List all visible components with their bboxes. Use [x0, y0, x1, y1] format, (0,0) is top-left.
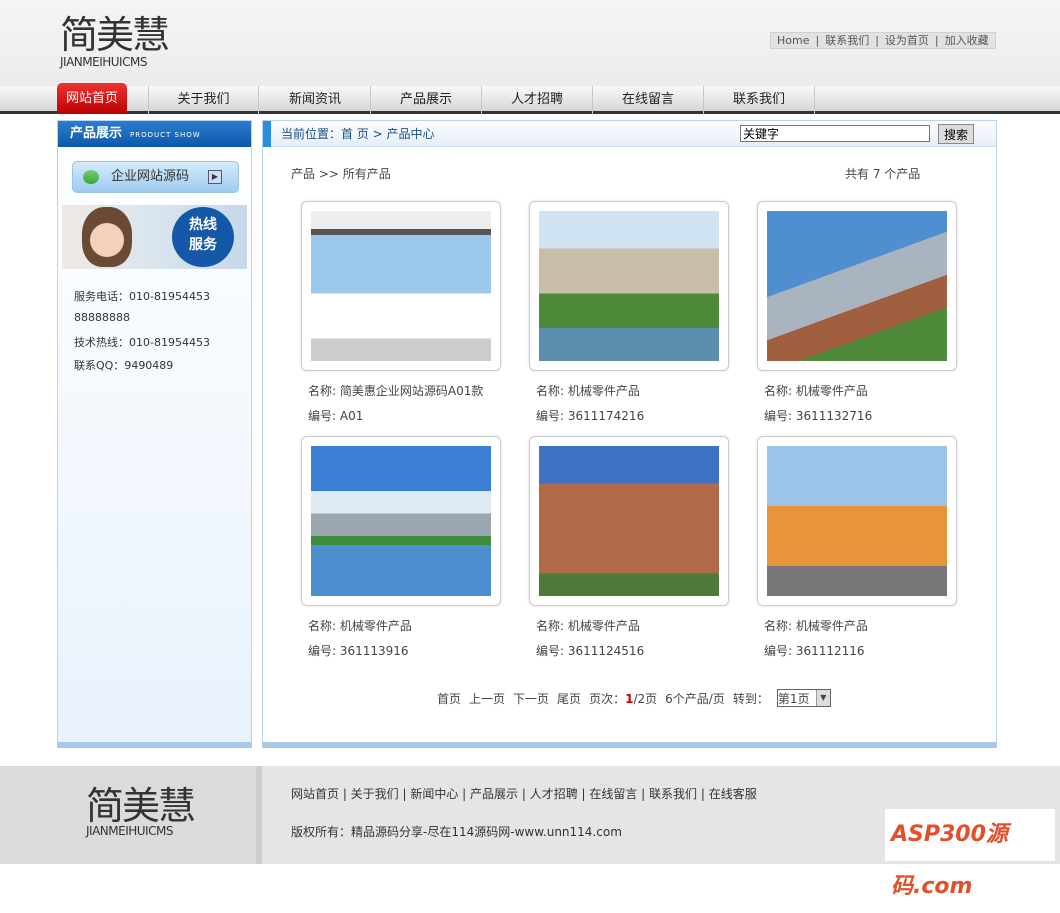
- breadcrumb-bar: 当前位置：首 页 > 产品中心 搜索: [263, 121, 996, 147]
- category-enterprise-source[interactable]: 企业网站源码 ▶: [72, 161, 239, 193]
- prev-page-link[interactable]: 上一页: [469, 690, 505, 707]
- product-image: [767, 446, 947, 596]
- nav-products[interactable]: 产品展示: [371, 86, 482, 114]
- product-name[interactable]: 名称: 机械零件产品: [764, 617, 868, 634]
- separator: |: [934, 34, 939, 47]
- product-image: [311, 211, 491, 361]
- search-button[interactable]: 搜索: [938, 124, 974, 144]
- product-code: 编号: 3611124516: [536, 644, 645, 658]
- page-indicator: 页次：1/2页: [589, 690, 657, 707]
- breadcrumb[interactable]: 当前位置：首 页 > 产品中心: [263, 121, 435, 147]
- product-name[interactable]: 名称: 机械零件产品: [308, 617, 412, 634]
- separator: |: [815, 34, 820, 47]
- product-code: 编号: 3611174216: [536, 409, 645, 423]
- last-page-link[interactable]: 尾页: [557, 690, 581, 707]
- sidebar-title-en: PRODUCT SHOW: [130, 131, 201, 139]
- sidebar-title-text: 产品展示: [70, 126, 123, 141]
- top-links: Home | 联系我们 | 设为首页 | 加入收藏: [770, 32, 996, 49]
- nav-contact[interactable]: 联系我们: [704, 86, 815, 114]
- product-card[interactable]: [757, 201, 957, 371]
- first-page-link[interactable]: 首页: [437, 690, 461, 707]
- site-logo[interactable]: 简美慧 JIANMEIHUICMS: [60, 13, 170, 69]
- sidebar-title: 产品展示 PRODUCT SHOW: [58, 121, 251, 147]
- next-page-link[interactable]: 下一页: [513, 690, 549, 707]
- product-image: [311, 446, 491, 596]
- service-phone-2: 88888888: [74, 311, 130, 324]
- nav-news[interactable]: 新闻资讯: [260, 86, 371, 114]
- set-homepage-link[interactable]: 设为首页: [885, 33, 929, 48]
- product-name[interactable]: 名称: 机械零件产品: [764, 382, 868, 399]
- product-card[interactable]: [757, 436, 957, 606]
- product-code: 编号: 361112116: [764, 644, 865, 658]
- footer: 简美慧 JIANMEIHUICMS 网站首页 | 关于我们 | 新闻中心 | 产…: [0, 766, 1060, 899]
- separator: |: [875, 34, 879, 47]
- support-agent-image: [82, 207, 132, 267]
- pagination: 首页 上一页 下一页 尾页 页次：1/2页 6个产品/页 转到： 第1页 ▼: [437, 689, 831, 707]
- product-code: 编号: 3611132716: [764, 409, 873, 423]
- bookmark-link[interactable]: 加入收藏: [945, 33, 989, 48]
- footer-logo: 简美慧 JIANMEIHUICMS: [0, 766, 262, 864]
- service-phone: 服务电话：010-81954453: [74, 290, 210, 303]
- page-label: 页次：: [589, 691, 626, 706]
- logo-text: 简美慧: [60, 13, 170, 57]
- product-name[interactable]: 名称: 机械零件产品: [536, 382, 640, 399]
- product-name[interactable]: 名称: 简美惠企业网站源码A01款: [308, 382, 483, 399]
- product-card[interactable]: [301, 201, 501, 371]
- hotline-banner: 热线服务: [62, 205, 247, 269]
- product-image: [539, 446, 719, 596]
- main-nav: 网站首页 关于我们 新闻资讯 产品展示 人才招聘 在线留言 联系我们: [0, 83, 1060, 114]
- footer-logo-subtitle: JIANMEIHUICMS: [86, 824, 173, 838]
- refresh-icon: [83, 170, 99, 184]
- product-card[interactable]: [529, 436, 729, 606]
- header: 简美慧 JIANMEIHUICMS Home | 联系我们 | 设为首页 | 加…: [0, 0, 1060, 86]
- nav-guestbook[interactable]: 在线留言: [593, 86, 704, 114]
- product-image: [539, 211, 719, 361]
- product-card[interactable]: [529, 201, 729, 371]
- asp300-logo[interactable]: ASP300源码.com: [885, 809, 1055, 899]
- product-code: 编号: A01: [308, 409, 364, 423]
- product-card[interactable]: [301, 436, 501, 606]
- search-input[interactable]: [740, 125, 930, 142]
- total-pages: /2页: [633, 691, 658, 706]
- hotline-badge: 热线服务: [172, 207, 234, 267]
- product-name[interactable]: 名称: 机械零件产品: [536, 617, 640, 634]
- page-select[interactable]: 第1页 ▼: [776, 689, 831, 707]
- nav-home[interactable]: 网站首页: [57, 83, 127, 114]
- home-link[interactable]: Home: [777, 33, 809, 48]
- contact-qq: 联系QQ：9490489: [74, 359, 174, 372]
- logo-subtitle: JIANMEIHUICMS: [60, 55, 147, 69]
- per-page: 6个产品/页: [665, 691, 725, 706]
- nav-about[interactable]: 关于我们: [148, 86, 259, 114]
- category-label: 企业网站源码: [111, 169, 190, 184]
- chevron-down-icon: ▼: [815, 690, 830, 706]
- page-select-value: 第1页: [777, 692, 810, 706]
- tech-hotline: 技术热线：010-81954453: [74, 336, 210, 349]
- footer-logo-text: 简美慧: [86, 784, 196, 828]
- product-code: 编号: 361113916: [308, 644, 409, 658]
- product-path: 产品 >> 所有产品: [291, 167, 391, 181]
- footer-links[interactable]: 网站首页 | 关于我们 | 新闻中心 | 产品展示 | 人才招聘 | 在线留言 …: [291, 785, 757, 802]
- product-image: [767, 211, 947, 361]
- nav-jobs[interactable]: 人才招聘: [482, 86, 593, 114]
- main-content: 当前位置：首 页 > 产品中心 搜索 产品 >> 所有产品 共有 7 个产品 名…: [262, 120, 997, 748]
- goto-label: 转到：: [732, 691, 769, 706]
- product-count: 共有 7 个产品: [845, 167, 921, 181]
- contact-link[interactable]: 联系我们: [825, 33, 869, 48]
- sidebar: 产品展示 PRODUCT SHOW 企业网站源码 ▶ 热线服务 服务电话：010-…: [57, 120, 252, 748]
- arrow-right-icon: ▶: [208, 170, 222, 184]
- copyright: 版权所有：精品源码分享-尽在114源码网-www.unn114.com: [291, 825, 622, 839]
